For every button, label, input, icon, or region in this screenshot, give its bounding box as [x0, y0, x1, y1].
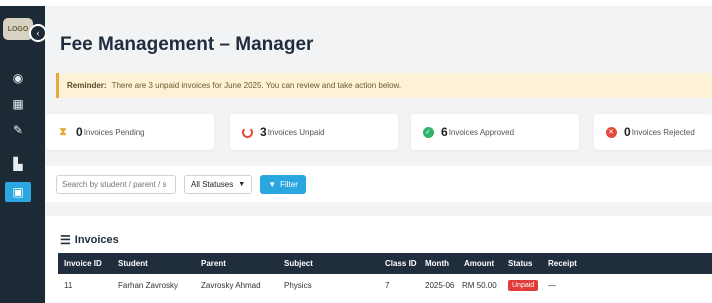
filter-button[interactable]: ▼ Filter: [260, 174, 306, 194]
status-badge: Unpaid: [508, 279, 539, 291]
chevron-left-icon[interactable]: ‹: [29, 24, 47, 42]
stat-rejected: ✕ 0 Invoices Rejected: [594, 114, 712, 150]
money-icon[interactable]: ▣: [5, 182, 31, 202]
cell-subject: Physics: [284, 280, 312, 290]
cell-class-id: 7: [385, 280, 390, 290]
cell-month: 2025-06: [425, 280, 455, 290]
stat-unpaid-num: 3: [260, 125, 267, 139]
stat-rejected-label: Invoices Rejected: [631, 127, 695, 137]
x-circle-icon: ✕: [605, 126, 617, 138]
col-student[interactable]: Student: [118, 253, 148, 274]
col-status[interactable]: Status: [508, 253, 532, 274]
stat-approved: ✓ 6 Invoices Approved: [411, 114, 579, 150]
cell-status: Unpaid: [508, 274, 539, 296]
filter-button-label: Filter: [280, 179, 298, 189]
stat-pending-label: Invoices Pending: [83, 127, 145, 137]
filter-bar: All Statuses ▼ ▼ Filter: [46, 166, 712, 202]
col-parent[interactable]: Parent: [201, 253, 226, 274]
status-select-value: All Statuses: [191, 179, 234, 189]
search-input[interactable]: [56, 174, 176, 194]
stat-pending: ⧗ 0 Invoices Pending: [46, 114, 214, 150]
status-select[interactable]: All Statuses ▼: [184, 174, 253, 194]
chart-icon[interactable]: ▙: [5, 154, 31, 174]
stat-unpaid-label: Invoices Unpaid: [267, 127, 325, 137]
logo: LOGO: [3, 18, 33, 40]
stat-pending-num: 0: [76, 125, 83, 139]
check-circle-icon: ✓: [422, 126, 434, 138]
sidebar: LOGO ‹ ◉ ▦ ✎ ▙ ▣: [0, 6, 47, 303]
col-amount[interactable]: Amount: [464, 253, 494, 274]
invoices-card: ☰ Invoices Invoice ID Student Parent Sub…: [46, 216, 712, 303]
reminder-label: Reminder:: [67, 81, 107, 90]
top-bar: [0, 0, 712, 6]
col-subject[interactable]: Subject: [284, 253, 313, 274]
table-row[interactable]: 11 Farhan Zavrosky Zavrosky Ahmad Physic…: [58, 274, 712, 296]
unpaid-ring-icon: [241, 126, 253, 138]
list-icon: ☰: [60, 233, 71, 247]
col-month[interactable]: Month: [425, 253, 449, 274]
cell-amount: RM 50.00: [462, 280, 497, 290]
stat-approved-num: 6: [441, 125, 448, 139]
hourglass-icon: ⧗: [59, 125, 67, 138]
chevron-down-icon: ▼: [238, 180, 246, 188]
stat-rejected-num: 0: [624, 125, 631, 139]
invoices-title-text: Invoices: [74, 234, 119, 246]
cell-student: Farhan Zavrosky: [118, 280, 179, 290]
col-receipt[interactable]: Receipt: [548, 253, 577, 274]
col-invoice-id[interactable]: Invoice ID: [64, 253, 102, 274]
calendar-icon[interactable]: ▦: [5, 94, 31, 114]
dashboard-icon[interactable]: ◉: [5, 68, 31, 88]
invoices-title: ☰ Invoices: [60, 233, 119, 247]
stat-approved-label: Invoices Approved: [448, 127, 515, 137]
table-header: Invoice ID Student Parent Subject Class …: [58, 253, 712, 274]
funnel-icon: ▼: [268, 179, 277, 189]
cell-parent: Zavrosky Ahmad: [201, 280, 261, 290]
reminder-banner: Reminder: There are 3 unpaid invoices fo…: [56, 73, 712, 98]
cell-invoice-id: 11: [64, 280, 73, 290]
reminder-text: There are 3 unpaid invoices for June 202…: [111, 81, 402, 90]
col-class-id[interactable]: Class ID: [385, 253, 417, 274]
page-title: Fee Management – Manager: [60, 34, 314, 55]
chat-icon[interactable]: ✎: [5, 120, 31, 140]
stat-unpaid: 3 Invoices Unpaid: [230, 114, 398, 150]
logo-wrap: LOGO ‹: [3, 18, 47, 42]
cell-receipt: —: [548, 280, 556, 290]
